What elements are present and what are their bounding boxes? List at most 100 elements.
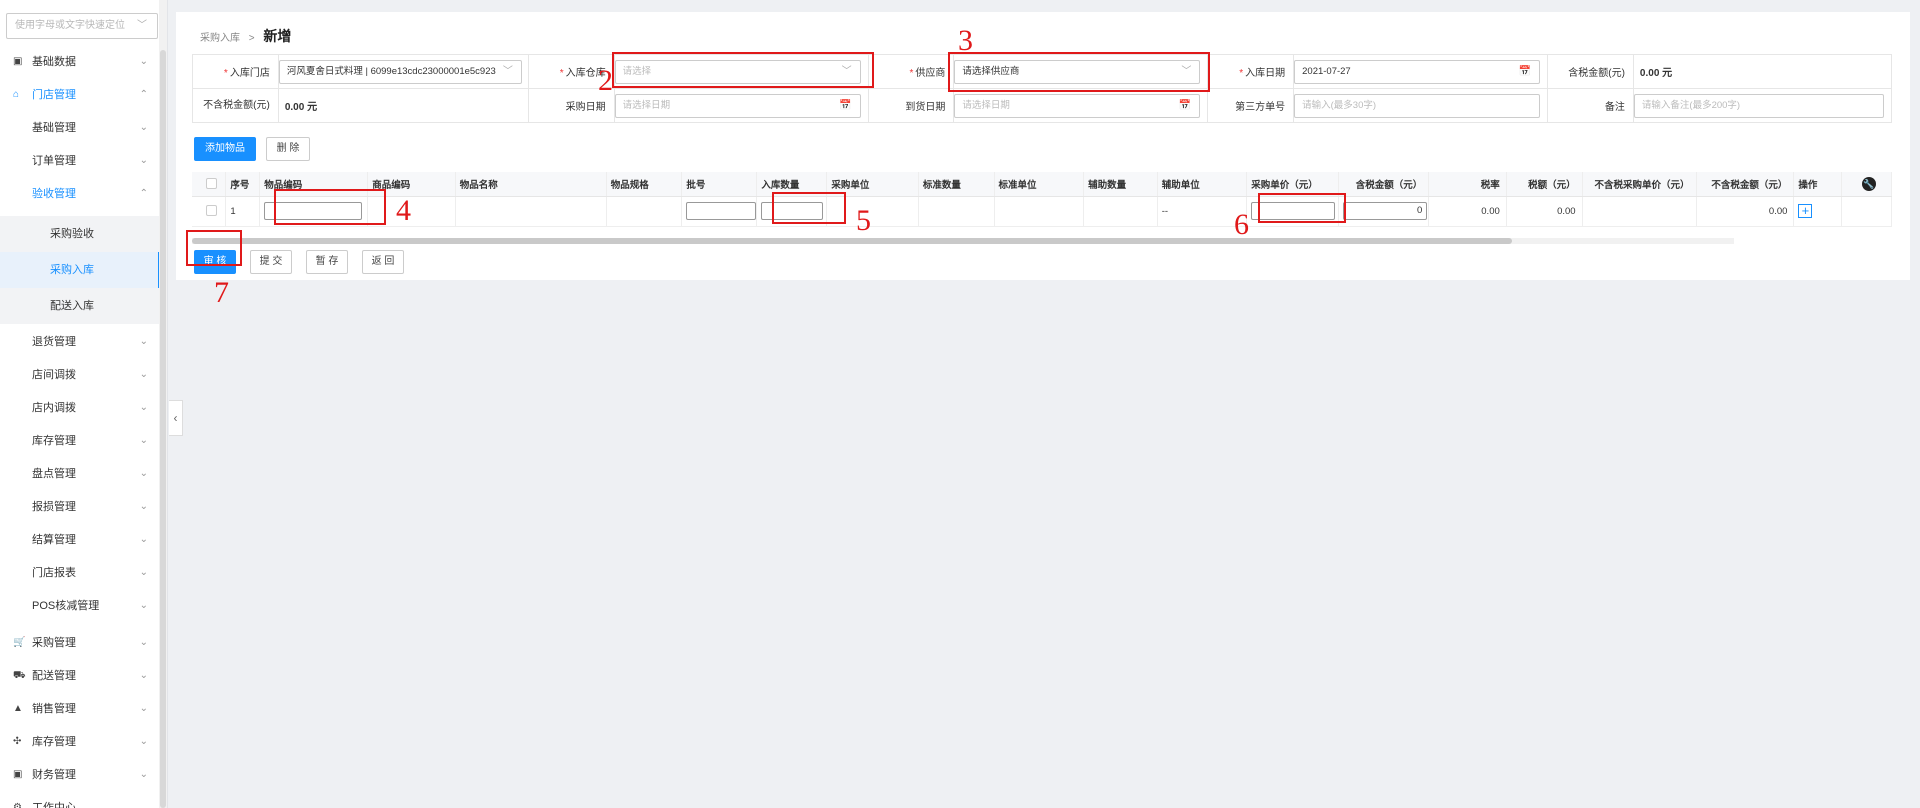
chevron-down-icon: ﹀: [137, 20, 147, 31]
sidebar-item-label: 配送入库: [50, 300, 94, 312]
back-button[interactable]: 返 回: [362, 250, 404, 274]
inbound-date-picker[interactable]: 2021-07-27 📅: [1294, 59, 1541, 84]
chevron-down-icon: ⌄: [139, 703, 148, 714]
sidebar-item-stock-management[interactable]: 库存管理 ⌄: [0, 427, 160, 455]
sidebar-item-label: 基础管理: [32, 122, 76, 134]
page-title: 新增: [263, 28, 292, 44]
menu-search-input[interactable]: 使用字母或文字快速定位 ﹀: [6, 13, 158, 39]
row-checkbox-cell: [192, 196, 227, 227]
arrival-date-placeholder: 请选择日期: [962, 99, 1010, 111]
notax-amount-label: 不含税金额(元): [192, 88, 279, 123]
breadcrumb: 采购入库 > 新增: [200, 26, 291, 46]
batch-no-input[interactable]: [686, 202, 757, 220]
annotation-box-4: [274, 189, 386, 225]
column-header: 批号: [681, 172, 758, 197]
chevron-down-icon: ⌄: [139, 402, 148, 413]
remark-input[interactable]: 请输入备注(最多200字): [1633, 93, 1884, 118]
chevron-down-icon: ⌄: [139, 468, 148, 479]
sidebar-scrollbar[interactable]: [159, 0, 167, 808]
row-checkbox[interactable]: [206, 205, 217, 217]
sidebar-item-acceptance-management[interactable]: 验收管理 ⌃: [0, 180, 160, 208]
sidebar-item-procurement[interactable]: 🛒 采购管理 ⌄: [0, 629, 160, 657]
purchase-date-picker[interactable]: 请选择日期 📅: [614, 93, 861, 118]
sidebar-item-basic-data[interactable]: ▣ 基础数据 ⌄: [0, 48, 160, 76]
notax-amount-value: 0.00 元: [277, 88, 529, 123]
sidebar-scroll-thumb[interactable]: [160, 50, 166, 808]
sidebar-item-in-store-transfer[interactable]: 店内调拨 ⌄: [0, 394, 160, 422]
tax-amount-label: 含税金额(元): [1547, 54, 1634, 89]
sales-icon: ▲: [13, 703, 23, 714]
annotation-label-7: 7: [214, 276, 229, 309]
purchase-date-placeholder: 请选择日期: [622, 99, 671, 111]
calendar-icon: 📅: [839, 99, 852, 111]
sidebar-item-label: 报损管理: [32, 501, 76, 513]
column-header: 标准数量: [918, 172, 995, 197]
wrench-icon[interactable]: 🔧: [1861, 176, 1876, 191]
sidebar-item-label: 店间调拨: [32, 369, 76, 381]
sidebar-item-inventory[interactable]: ✣ 库存管理 ⌄: [0, 728, 160, 756]
grid-header-row: 序号 物品编码 商品编码 物品名称 物品规格 批号 入库数量 采购单位 标准数量…: [192, 172, 1892, 197]
sidebar-item-distribution[interactable]: ⛟ 配送管理 ⌄: [0, 662, 160, 690]
third-party-no-placeholder: 请输入(最多30字): [1302, 99, 1377, 111]
sidebar-item-pos-deduction[interactable]: POS核减管理 ⌄: [0, 592, 160, 620]
sidebar-item-distribution-inbound[interactable]: 配送入库: [0, 288, 160, 324]
submit-button[interactable]: 提 交: [250, 250, 292, 274]
database-icon: ▣: [13, 56, 23, 67]
store-select[interactable]: 河风夏舍日式料理 | 6099e13cdc23000001e5c923 ﹀: [278, 59, 522, 84]
tax-amount-input[interactable]: 0: [1343, 202, 1428, 220]
sidebar-item-label: 基础数据: [32, 56, 76, 68]
truck-icon: ⛟: [13, 670, 26, 681]
sidebar-item-finance[interactable]: ▣ 财务管理 ⌄: [0, 761, 160, 789]
sidebar-item-settlement-management[interactable]: 结算管理 ⌄: [0, 526, 160, 554]
sidebar-item-return-management[interactable]: 退货管理 ⌄: [0, 328, 160, 356]
third-party-no-input[interactable]: 请输入(最多30字): [1294, 93, 1541, 118]
aux-qty-cell: [1083, 196, 1158, 227]
sidebar-item-sales[interactable]: ▲ 销售管理 ⌄: [0, 695, 160, 723]
sidebar-item-work-center[interactable]: ⚙ 工作中心: [0, 794, 160, 808]
tax-rate-cell: 0.00: [1428, 196, 1507, 227]
arrival-date-label: 到货日期: [867, 88, 955, 123]
grid-scroll-thumb[interactable]: [192, 238, 1512, 244]
grid-horizontal-scrollbar[interactable]: [192, 238, 1734, 244]
sidebar-item-purchase-inbound[interactable]: 采购入库: [0, 252, 160, 288]
delete-button[interactable]: 删 除: [266, 137, 310, 161]
breadcrumb-parent[interactable]: 采购入库: [200, 33, 240, 44]
add-row-icon[interactable]: +: [1798, 204, 1813, 218]
sidebar-item-label: 采购管理: [32, 637, 76, 649]
sidebar-item-order-management[interactable]: 订单管理 ⌄: [0, 147, 160, 175]
sidebar-item-stocktake-management[interactable]: 盘点管理 ⌄: [0, 460, 160, 488]
standard-unit-cell: [994, 196, 1085, 227]
add-item-button[interactable]: 添加物品: [194, 137, 256, 161]
column-header: 含税金额（元）: [1338, 172, 1430, 197]
sidebar-item-inter-store-transfer[interactable]: 店间调拨 ⌄: [0, 361, 160, 389]
calendar-icon: 📅: [1518, 65, 1532, 77]
store-label: * 入库门店: [192, 54, 279, 89]
sidebar-item-base-management[interactable]: 基础管理 ⌄: [0, 114, 160, 142]
column-header: 不含税采购单价（元）: [1582, 172, 1697, 197]
tax-amount-value: 0.00 元: [1632, 54, 1893, 89]
menu-search-placeholder: 使用字母或文字快速定位: [15, 20, 125, 31]
sidebar-item-store-management[interactable]: ⌂ 门店管理 ⌃: [0, 81, 160, 109]
chevron-down-icon: ﹀: [502, 65, 513, 77]
inventory-icon: ✣: [13, 736, 22, 747]
sidebar-item-purchase-acceptance[interactable]: 采购验收: [0, 216, 160, 252]
sidebar-item-loss-management[interactable]: 报损管理 ⌄: [0, 493, 160, 521]
item-spec-cell: [606, 196, 683, 227]
sidebar-item-label: 店内调拨: [32, 402, 76, 414]
arrival-date-picker[interactable]: 请选择日期 📅: [954, 93, 1201, 118]
sidebar-collapse-button[interactable]: ‹: [169, 400, 183, 436]
supplier-label: * 供应商: [867, 54, 955, 89]
tax-amount-cell: 0: [1338, 196, 1430, 227]
sidebar-item-label: 采购验收: [50, 228, 94, 240]
column-settings-cell: 🔧: [1841, 172, 1892, 197]
chevron-down-icon: ⌄: [139, 155, 148, 166]
table-row: 1 -- 0 0.00 0.00 0.00 +: [192, 196, 1892, 227]
select-all-checkbox[interactable]: [206, 178, 217, 190]
notax-amount-cell: 0.00: [1696, 196, 1795, 227]
remark-placeholder: 请输入备注(最多200字): [1641, 99, 1741, 111]
save-draft-button[interactable]: 暂 存: [306, 250, 348, 274]
sidebar-item-label: 财务管理: [32, 769, 76, 781]
inbound-date-label: * 入库日期: [1207, 54, 1295, 89]
sidebar-item-store-reports[interactable]: 门店报表 ⌄: [0, 559, 160, 587]
chevron-down-icon: ⌄: [139, 336, 148, 347]
